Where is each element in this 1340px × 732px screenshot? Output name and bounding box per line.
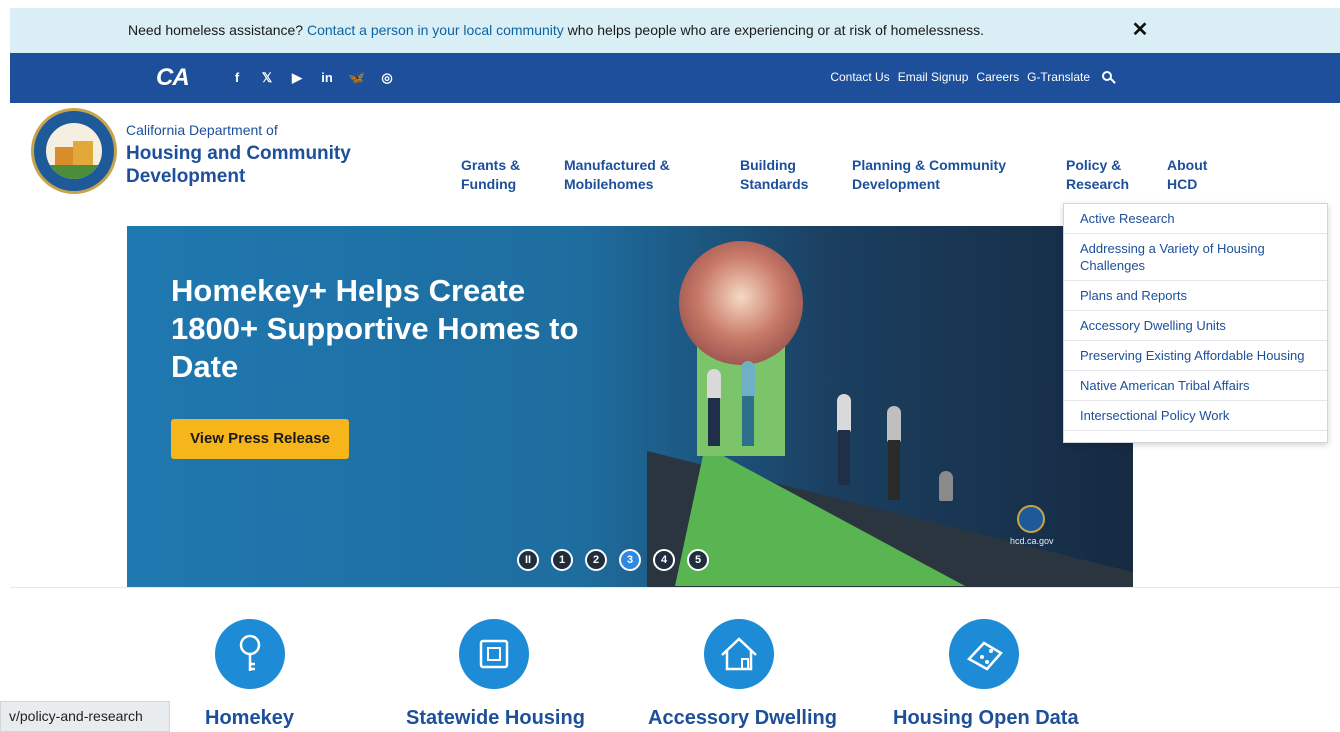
alert-suffix: who helps people who are experiencing or… (563, 22, 985, 38)
nav-about-hcd[interactable]: About HCD (1167, 156, 1207, 194)
seal-house-icon (55, 147, 73, 167)
ca-gov-logo[interactable]: CA (156, 64, 190, 92)
nav-label: HCD (1167, 176, 1198, 192)
utility-links: Contact Us Email Signup Careers G-Transl… (830, 70, 1112, 84)
dropdown-item-plans-reports[interactable]: Plans and Reports (1064, 281, 1327, 311)
youtube-icon[interactable]: ▶ (282, 70, 312, 86)
dept-name[interactable]: Housing and Community Development (126, 142, 386, 188)
key-icon[interactable] (215, 619, 285, 689)
carousel-slide-3[interactable]: 3 (619, 549, 641, 571)
dropdown-item-intersectional-policy[interactable]: Intersectional Policy Work (1064, 401, 1327, 431)
x-icon[interactable]: 𝕏 (252, 70, 282, 86)
search-icon[interactable] (1102, 71, 1112, 81)
map-icon[interactable] (949, 619, 1019, 689)
utility-bar: CA f 𝕏 ▶ in 🦋 ◎ Contact Us Email Signup … (10, 53, 1340, 103)
dropdown-item-housing-challenges[interactable]: Addressing a Variety of Housing Challeng… (1064, 234, 1327, 281)
dept-prefix: California Department of (126, 122, 278, 138)
carousel-pause-button[interactable]: II (517, 549, 539, 571)
nav-label: Policy & (1066, 157, 1122, 173)
alert-prefix: Need homeless assistance? (128, 22, 307, 38)
view-press-release-button[interactable]: View Press Release (171, 419, 349, 459)
hero-carousel: Homekey+ Helps Create 1800+ Supportive H… (127, 226, 1133, 587)
homeless-assistance-banner: Need homeless assistance? Contact a pers… (10, 8, 1340, 53)
hero-person (707, 369, 721, 399)
hero-site-label: hcd.ca.gov (1010, 536, 1054, 546)
nav-label: Development (852, 176, 940, 192)
nav-planning-community[interactable]: Planning & Community Development (852, 156, 1006, 194)
nav-manufactured-mobilehomes[interactable]: Manufactured & Mobilehomes (564, 156, 670, 194)
nav-label: Planning & Community (852, 157, 1006, 173)
linkedin-icon[interactable]: in (312, 70, 342, 86)
dropdown-item-active-research[interactable]: Active Research (1064, 204, 1327, 234)
hero-person (741, 361, 755, 397)
hero-person (939, 471, 953, 501)
hero-person (887, 406, 901, 442)
nav-label: Funding (461, 176, 517, 192)
social-links: f 𝕏 ▶ in 🦋 ◎ (222, 70, 402, 86)
nav-grants-funding[interactable]: Grants & Funding (461, 156, 520, 194)
feature-accessory-dwelling[interactable]: Accessory Dwelling (648, 707, 837, 730)
hero-title: Homekey+ Helps Create 1800+ Supportive H… (171, 273, 579, 384)
nav-label: Mobilehomes (564, 176, 654, 192)
hcd-seal-logo[interactable] (31, 108, 117, 194)
carousel-slide-5[interactable]: 5 (687, 549, 709, 571)
hero-keyhole-window (679, 241, 803, 365)
translate-link[interactable]: G-Translate (1027, 70, 1090, 84)
nav-label: Standards (740, 176, 809, 192)
site-header: California Department of Housing and Com… (10, 103, 1340, 200)
dropdown-item-tribal-affairs[interactable]: Native American Tribal Affairs (1064, 371, 1327, 401)
hero-person (888, 440, 900, 500)
hero-person (838, 430, 850, 485)
hcd-seal-icon (1017, 505, 1045, 533)
nav-policy-research[interactable]: Policy & Research (1066, 156, 1129, 194)
carousel-slide-2[interactable]: 2 (585, 549, 607, 571)
section-divider (10, 587, 1340, 588)
alert-contact-link[interactable]: Contact a person in your local community (307, 22, 564, 38)
carousel-slide-1[interactable]: 1 (551, 549, 573, 571)
contact-us-link[interactable]: Contact Us (830, 70, 889, 84)
feature-housing-open-data[interactable]: Housing Open Data (893, 707, 1079, 730)
dropdown-item-adu[interactable]: Accessory Dwelling Units (1064, 311, 1327, 341)
close-icon[interactable]: ✕ (1128, 18, 1152, 42)
email-signup-link[interactable]: Email Signup (898, 70, 969, 84)
carousel-slide-4[interactable]: 4 (653, 549, 675, 571)
policy-research-dropdown: Active Research Addressing a Variety of … (1063, 203, 1328, 443)
facebook-icon[interactable]: f (222, 70, 252, 86)
feature-homekey[interactable]: Homekey (205, 707, 294, 730)
hero-person (742, 396, 754, 446)
nav-label: Building (740, 157, 796, 173)
hero-person (837, 394, 851, 432)
seal-house-icon (73, 141, 93, 167)
careers-link[interactable]: Careers (976, 70, 1019, 84)
hero-person (708, 398, 720, 446)
instagram-icon[interactable]: ◎ (372, 70, 402, 86)
house-icon[interactable] (704, 619, 774, 689)
nav-label: About (1167, 157, 1208, 173)
blueprint-icon[interactable] (459, 619, 529, 689)
hero-light-beam (675, 446, 965, 586)
seal-ground (46, 165, 102, 179)
nav-building-standards[interactable]: Building Standards (740, 156, 808, 194)
bluesky-icon[interactable]: 🦋 (342, 70, 372, 86)
nav-label: Research (1066, 176, 1130, 192)
carousel-controls: II 1 2 3 4 5 (517, 549, 709, 571)
seal-emblem (46, 123, 102, 179)
dropdown-item-preserving-housing[interactable]: Preserving Existing Affordable Housing (1064, 341, 1327, 371)
alert-text: Need homeless assistance? Contact a pers… (128, 22, 984, 38)
nav-label: Manufactured & (564, 157, 670, 173)
status-url-tooltip: v/policy-and-research (0, 701, 170, 732)
nav-label: Grants & (461, 157, 521, 173)
feature-statewide-housing[interactable]: Statewide Housing (406, 707, 585, 730)
